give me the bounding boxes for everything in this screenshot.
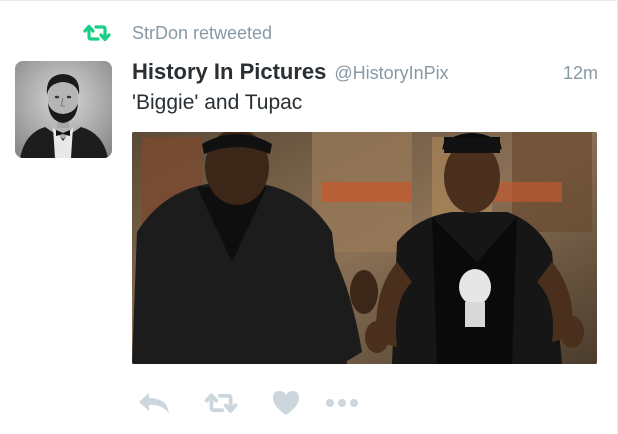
avatar[interactable]	[15, 61, 112, 158]
tweet-photo[interactable]	[132, 132, 597, 364]
retweet-icon	[204, 393, 238, 413]
tweet-actions	[132, 383, 364, 423]
author-full-name[interactable]: History In Pictures	[132, 59, 326, 85]
heart-icon	[273, 391, 299, 415]
retweet-icon	[82, 23, 112, 43]
reply-button[interactable]	[132, 386, 176, 420]
more-button[interactable]	[320, 386, 364, 420]
tweet-text: 'Biggie' and Tupac	[132, 91, 303, 114]
retweet-button[interactable]	[186, 386, 256, 420]
retweet-context: StrDon retweeted	[82, 21, 272, 45]
like-button[interactable]	[264, 386, 308, 420]
author-username[interactable]: @HistoryInPix	[334, 63, 448, 84]
tweet-timestamp[interactable]: 12m	[563, 63, 598, 84]
reply-icon	[139, 393, 169, 413]
more-dots-icon	[326, 399, 358, 407]
portrait-avatar-image	[15, 61, 112, 158]
tweet-header: History In Pictures @HistoryInPix 12m	[132, 59, 598, 87]
retweeted-by-text[interactable]: StrDon retweeted	[132, 23, 272, 44]
tweet-card[interactable]: StrDon retweeted History In Pictures @Hi…	[0, 0, 618, 434]
photo-image	[132, 132, 597, 364]
